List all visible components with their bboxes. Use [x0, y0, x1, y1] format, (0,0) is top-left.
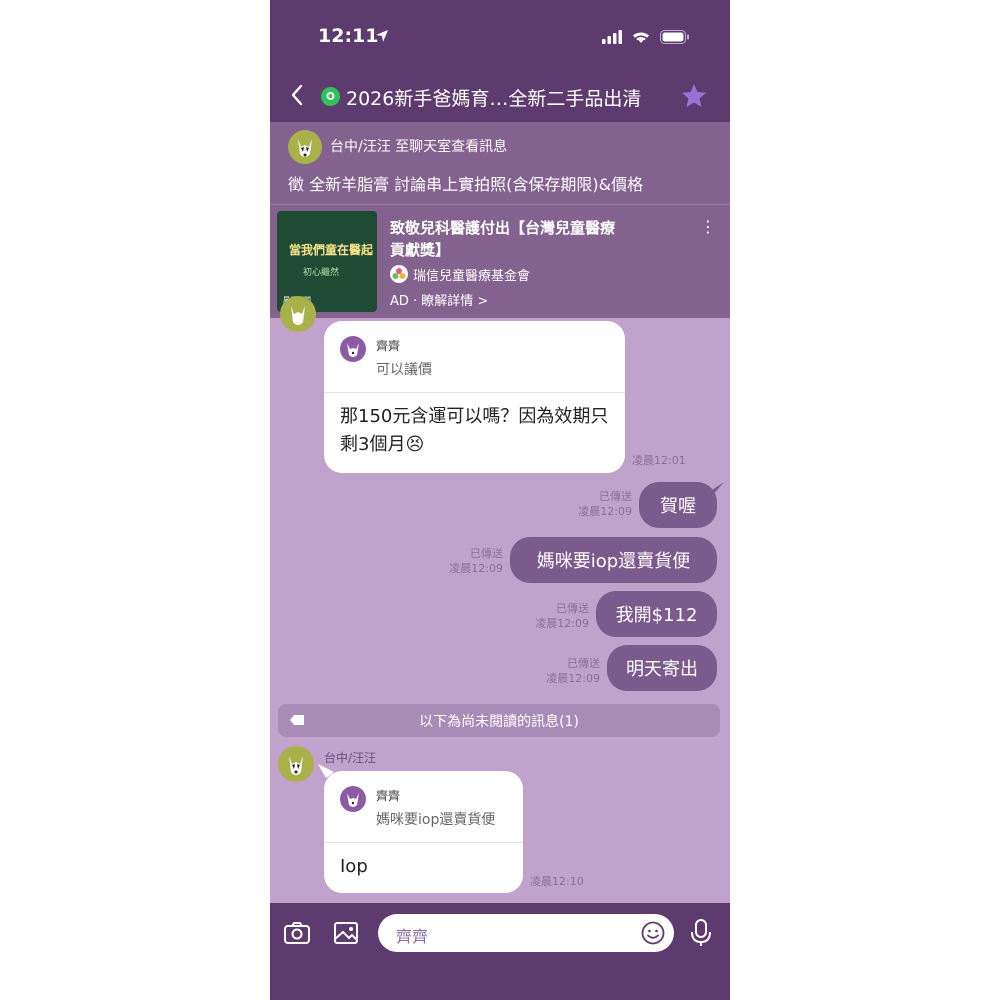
ad-thumbnail-title: 當我們童在醫起: [289, 243, 374, 257]
message-timestamp: 凌晨12:09: [578, 505, 632, 518]
avatar: [288, 130, 322, 164]
message-meta: 已傳送 凌晨12:09: [535, 601, 589, 631]
avatar: [340, 336, 366, 362]
battery-icon: [660, 29, 690, 48]
avatar: [340, 786, 366, 812]
location-arrow-icon: [374, 28, 390, 48]
message-timestamp: 凌晨12:09: [535, 617, 589, 630]
input-bar: 齊齊: [270, 903, 730, 1000]
announcement-sender: 台中/汪汪 至聊天室查看訊息: [330, 139, 508, 155]
message-meta: 已傳送 凌晨12:09: [449, 546, 503, 576]
message-timestamp: 凌晨12:01: [632, 454, 686, 467]
message-timestamp: 凌晨12:09: [449, 562, 503, 575]
bubble-tail-icon: [706, 482, 724, 496]
emoji-icon[interactable]: [640, 920, 666, 946]
unread-divider-label: 以下為尚未閱讀的訊息(1): [419, 713, 579, 730]
read-status: 已傳送: [556, 602, 589, 615]
star-icon[interactable]: [680, 82, 708, 110]
ad-banner[interactable]: 當我們童在醫起 初心繼然 展件期間 致敬兒科醫護付出【台灣兒童醫療貢獻獎】 ⋮ …: [270, 204, 730, 318]
reply-sender-name: 齊齊: [376, 789, 401, 803]
input-placeholder: 齊齊: [396, 927, 429, 946]
microphone-icon[interactable]: [688, 918, 714, 948]
camera-icon[interactable]: [283, 919, 311, 947]
status-icons: [602, 29, 690, 48]
message-bubble-outgoing[interactable]: 我開$112: [596, 591, 717, 637]
message-bubble-incoming[interactable]: 齊齊 可以議價 那150元含運可以嗎？因為效期只剩3個月😣: [324, 321, 625, 473]
chevron-left-icon: [291, 84, 303, 106]
chat-header: 2026新手爸媽育…全新二手品出清: [270, 70, 730, 122]
more-options-icon[interactable]: ⋮: [700, 217, 716, 236]
message-input[interactable]: 齊齊: [378, 914, 674, 952]
status-time: 12:11: [318, 25, 379, 47]
reply-quote[interactable]: 齊齊 可以議價: [324, 321, 625, 393]
message-timestamp: 凌晨12:10: [530, 875, 584, 888]
message-bubble-incoming[interactable]: 齊齊 媽咪要iop還賣貨便 Iop: [324, 771, 523, 893]
openchat-icon: [321, 87, 340, 106]
reply-sender-name: 齊齊: [376, 339, 401, 353]
unread-divider: 以下為尚未閱讀的訊息(1): [278, 704, 720, 737]
avatar[interactable]: [278, 746, 314, 782]
message-meta: 已傳送 凌晨12:09: [546, 656, 600, 686]
message-bubble-outgoing[interactable]: 媽咪要iop還賣貨便: [510, 537, 717, 583]
read-status: 已傳送: [599, 490, 632, 503]
avatar[interactable]: [280, 296, 316, 332]
status-bar: 12:11: [270, 0, 730, 70]
announcement-banner[interactable]: 台中/汪汪 至聊天室查看訊息 徵 全新羊脂膏 討論串上實拍照(含保存期限)&價格: [270, 122, 730, 204]
tag-icon: [290, 715, 304, 725]
ad-thumbnail-subtitle: 初心繼然: [303, 268, 340, 278]
message-bubble-outgoing[interactable]: 明天寄出: [607, 645, 717, 691]
chat-title[interactable]: 2026新手爸媽育…全新二手品出清: [346, 84, 666, 111]
image-icon[interactable]: [332, 919, 360, 947]
announcement-text: 徵 全新羊脂膏 討論串上實拍照(含保存期限)&價格: [288, 175, 644, 194]
read-status: 已傳送: [470, 547, 503, 560]
reply-text: 媽咪要iop還賣貨便: [376, 812, 496, 828]
ad-sponsor: 瑞信兒童醫療基金會: [413, 269, 531, 284]
phone-screen: 12:11 2026新手爸媽育…全新二手品出清 台中/汪汪 至聊天室查看訊息 徵…: [270, 0, 730, 1000]
message-text: 那150元含運可以嗎？因為效期只剩3個月😣: [340, 406, 609, 455]
message-meta: 已傳送 凌晨12:09: [578, 489, 632, 519]
message-timestamp: 凌晨12:09: [546, 672, 600, 685]
back-button[interactable]: [282, 80, 312, 110]
cellular-signal-icon: [602, 29, 622, 48]
ad-headline[interactable]: 致敬兒科醫護付出【台灣兒童醫療貢獻獎】: [390, 217, 620, 261]
wifi-icon: [631, 29, 651, 48]
sponsor-logo-icon: [390, 265, 408, 283]
reply-quote[interactable]: 齊齊 媽咪要iop還賣貨便: [324, 771, 523, 843]
ad-learn-more-link[interactable]: AD · 瞭解詳情 >: [390, 290, 488, 309]
read-status: 已傳送: [567, 657, 600, 670]
reply-text: 可以議價: [376, 362, 432, 378]
message-text: Iop: [340, 856, 368, 877]
